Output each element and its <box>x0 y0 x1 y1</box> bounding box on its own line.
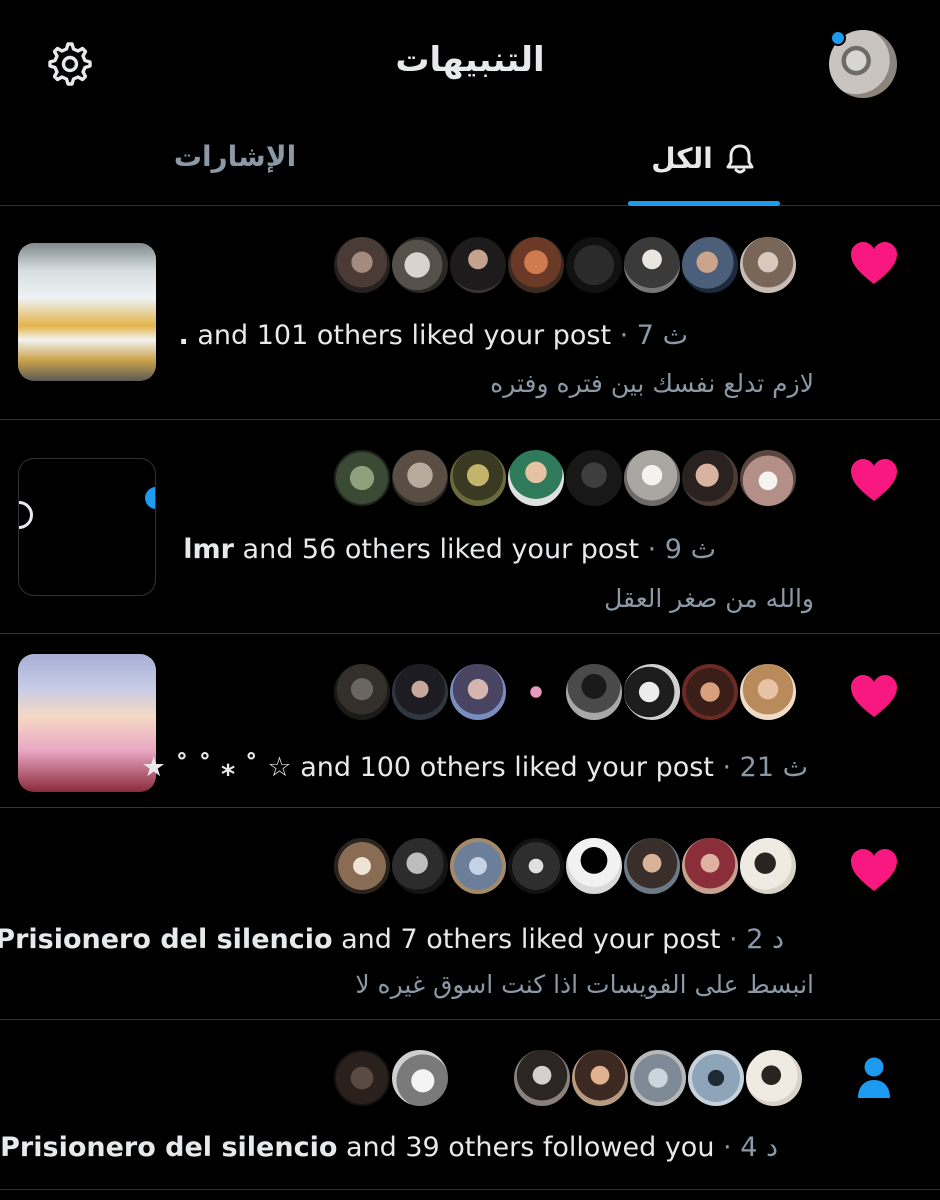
post-thumbnail[interactable] <box>18 243 156 381</box>
avatar[interactable] <box>686 1048 746 1108</box>
avatar[interactable] <box>506 235 566 295</box>
avatar[interactable] <box>622 448 682 508</box>
actor-name[interactable]: Prisionero del silencio <box>0 924 333 955</box>
timestamp: · 4 د <box>714 1132 778 1163</box>
actor-name[interactable]: ★ ˚ ˚ ⁎ ˚ ☆ <box>142 752 292 783</box>
avatar[interactable] <box>622 836 682 896</box>
notification-text: . and 101 others liked your post · 7 ث <box>179 320 688 351</box>
avatar[interactable] <box>738 662 798 722</box>
timestamp: · 9 ث <box>639 534 716 565</box>
notification-text: Prisionero del silencio and 39 others fo… <box>0 1132 778 1163</box>
avatar[interactable] <box>680 235 740 295</box>
video-thumbnail-decor <box>145 487 155 509</box>
avatar[interactable] <box>680 836 740 896</box>
avatar[interactable] <box>448 836 508 896</box>
avatar[interactable] <box>448 448 508 508</box>
avatar-group <box>332 1048 804 1108</box>
avatar[interactable] <box>332 235 392 295</box>
post-thumbnail[interactable] <box>18 654 156 792</box>
avatar[interactable] <box>332 662 392 722</box>
notification-action: and 39 others followed you <box>337 1132 715 1163</box>
avatar[interactable] <box>390 662 450 722</box>
notification-item[interactable]: lmr and 56 others liked your post · 9 ث … <box>0 420 940 634</box>
avatar[interactable] <box>564 235 624 295</box>
notification-tabs: الإشارات الكل <box>0 120 940 206</box>
notification-item[interactable]: . and 101 others liked your post · 7 ث ل… <box>0 207 940 420</box>
avatar[interactable] <box>564 662 624 722</box>
notification-text: Prisionero del silencio and 7 others lik… <box>0 924 784 955</box>
avatar[interactable] <box>622 662 682 722</box>
avatar[interactable] <box>564 448 624 508</box>
avatar[interactable] <box>390 836 450 896</box>
post-snippet: انبسط على الفويسات اذا كنت اسوق غيره لا <box>355 970 814 999</box>
timestamp: · 2 د <box>720 924 784 955</box>
avatar[interactable] <box>512 1048 572 1108</box>
notification-item[interactable]: ★ ˚ ˚ ⁎ ˚ ☆ and 100 others liked your po… <box>0 634 940 808</box>
top-bar: التنبيهات <box>0 0 940 120</box>
heart-icon <box>851 459 897 501</box>
tab-all-label: الكل <box>651 141 713 175</box>
heart-icon <box>851 242 897 284</box>
notification-action: and 56 others liked your post <box>233 534 640 565</box>
tab-all[interactable]: الكل <box>628 140 780 206</box>
avatar[interactable] <box>738 836 798 896</box>
avatar[interactable] <box>570 1048 630 1108</box>
unread-dot <box>830 30 846 46</box>
avatar[interactable] <box>448 235 508 295</box>
timestamp: · 7 ث <box>611 320 688 351</box>
notification-action: and 100 others liked your post <box>291 752 714 783</box>
notification-item[interactable]: Prisionero del silencio and 7 others lik… <box>0 808 940 1020</box>
person-icon <box>858 1057 890 1098</box>
post-snippet: لازم تدلع نفسك بين فتره وفتره <box>490 369 814 398</box>
video-thumbnail-decor <box>19 501 33 529</box>
notification-text: lmr and 56 others liked your post · 9 ث <box>183 534 716 565</box>
avatar[interactable] <box>390 1048 450 1108</box>
actor-name[interactable]: lmr <box>183 534 234 565</box>
page-title: التنبيهات <box>395 40 545 80</box>
avatar[interactable] <box>680 448 740 508</box>
avatar[interactable] <box>332 836 392 896</box>
avatar[interactable] <box>332 1048 392 1108</box>
avatar[interactable] <box>390 235 450 295</box>
avatar[interactable] <box>506 836 566 896</box>
notification-text: ★ ˚ ˚ ⁎ ˚ ☆ and 100 others liked your po… <box>142 752 808 783</box>
tab-mentions[interactable]: الإشارات <box>160 140 310 206</box>
notification-action: and 7 others liked your post <box>332 924 721 955</box>
notification-item[interactable]: Prisionero del silencio and 39 others fo… <box>0 1020 940 1190</box>
post-snippet: والله من صغر العقل <box>604 584 814 613</box>
avatar[interactable] <box>390 448 450 508</box>
avatar-group <box>332 662 798 722</box>
avatar[interactable] <box>622 235 682 295</box>
avatar-gap <box>448 1048 512 1108</box>
actor-name[interactable]: . <box>179 320 189 351</box>
timestamp: · 21 ث <box>713 752 808 783</box>
avatar[interactable] <box>448 662 508 722</box>
notification-action: and 101 others liked your post <box>188 320 612 351</box>
heart-icon <box>851 849 897 891</box>
avatar-group <box>332 836 798 896</box>
avatar[interactable] <box>506 448 566 508</box>
actor-name[interactable]: Prisionero del silencio <box>0 1132 337 1163</box>
avatar[interactable] <box>506 662 566 722</box>
avatar[interactable] <box>564 836 624 896</box>
avatar[interactable] <box>738 448 798 508</box>
avatar[interactable] <box>680 662 740 722</box>
avatar[interactable] <box>744 1048 804 1108</box>
avatar-group <box>332 235 798 295</box>
tab-active-indicator <box>628 201 780 206</box>
avatar[interactable] <box>738 235 798 295</box>
avatar[interactable] <box>628 1048 688 1108</box>
avatar-group <box>332 448 798 508</box>
avatar[interactable] <box>332 448 392 508</box>
bell-icon <box>726 144 754 174</box>
tab-mentions-label: الإشارات <box>173 140 297 173</box>
post-thumbnail[interactable] <box>18 458 156 596</box>
heart-icon <box>851 675 897 717</box>
